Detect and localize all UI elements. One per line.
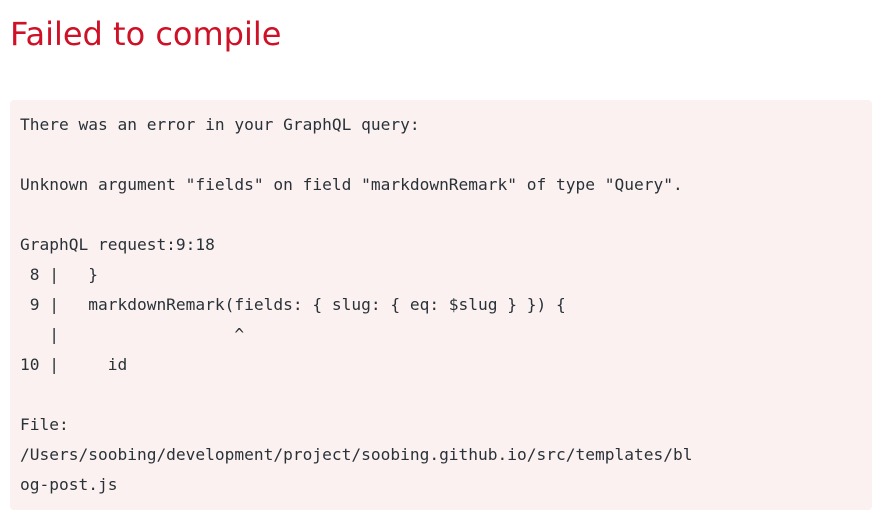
code-frame-line: 9 | markdownRemark(fields: { slug: { eq:… <box>20 295 566 314</box>
error-overlay: Failed to compile There was an error in … <box>0 0 882 518</box>
file-label: File: <box>20 415 69 434</box>
file-path-line: /Users/soobing/development/project/soobi… <box>20 445 693 464</box>
error-detail-text: Unknown argument "fields" on field "mark… <box>20 175 683 194</box>
error-message-box: There was an error in your GraphQL query… <box>10 100 872 510</box>
code-frame-line: 8 | } <box>20 265 98 284</box>
file-path-line: og-post.js <box>20 475 118 494</box>
error-intro-text: There was an error in your GraphQL query… <box>20 115 420 134</box>
code-frame-line: 10 | id <box>20 355 128 374</box>
page-title: Failed to compile <box>10 15 282 53</box>
code-frame-line: | ^ <box>20 325 245 344</box>
request-location-text: GraphQL request:9:18 <box>20 235 215 254</box>
